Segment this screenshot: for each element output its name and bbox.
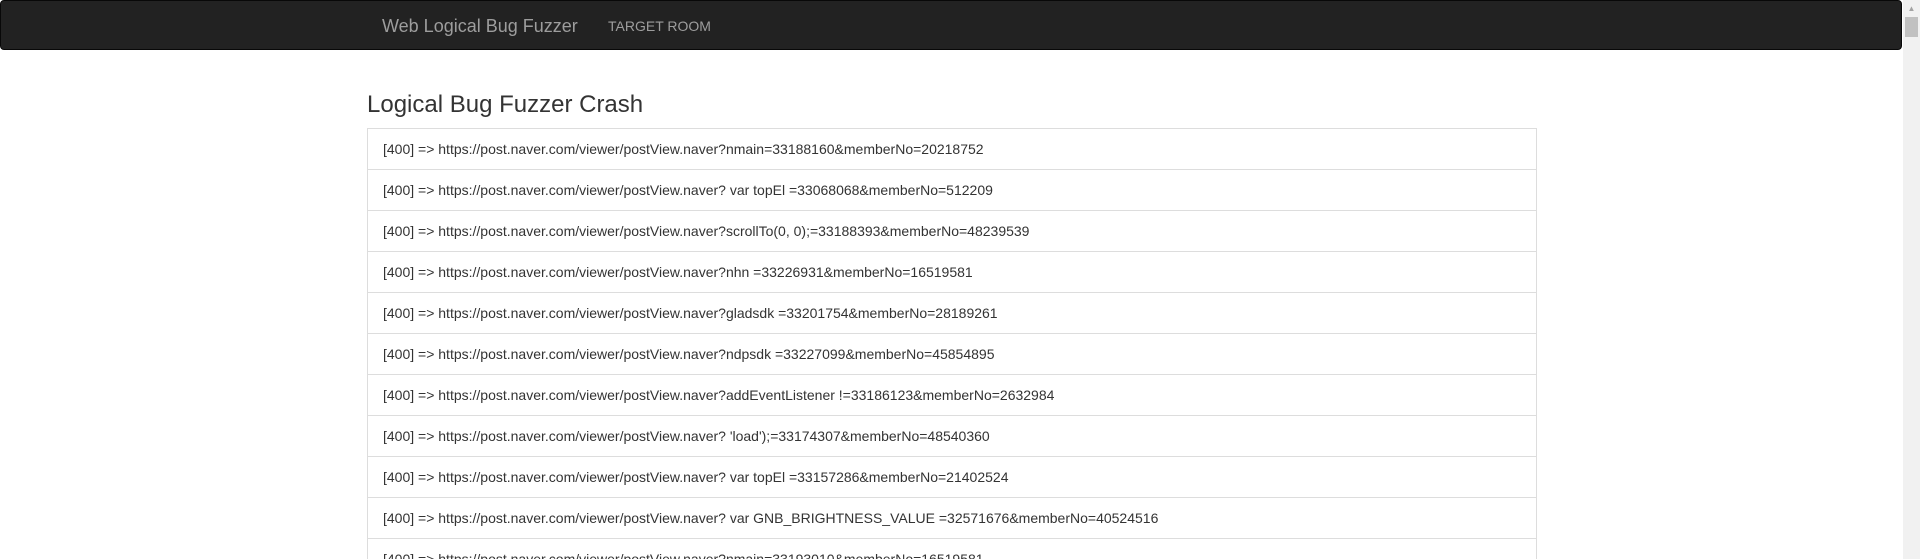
list-item[interactable]: [400] => https://post.naver.com/viewer/p… xyxy=(368,539,1536,559)
list-item[interactable]: [400] => https://post.naver.com/viewer/p… xyxy=(368,498,1536,539)
navbar: Web Logical Bug Fuzzer TARGET ROOM xyxy=(0,0,1902,50)
page-title: Logical Bug Fuzzer Crash xyxy=(367,91,644,118)
crash-list: [400] => https://post.naver.com/viewer/p… xyxy=(367,128,1537,559)
nav-link-target-room[interactable]: TARGET ROOM xyxy=(608,1,711,51)
scrollbar-thumb[interactable] xyxy=(1905,17,1918,37)
scroll-up-arrow-icon[interactable]: ▲ xyxy=(1903,0,1920,17)
page: Web Logical Bug Fuzzer TARGET ROOM Logic… xyxy=(0,0,1920,559)
list-item[interactable]: [400] => https://post.naver.com/viewer/p… xyxy=(368,375,1536,416)
vertical-scrollbar[interactable]: ▲ xyxy=(1903,0,1920,559)
list-item[interactable]: [400] => https://post.naver.com/viewer/p… xyxy=(368,457,1536,498)
navbar-brand[interactable]: Web Logical Bug Fuzzer xyxy=(382,1,578,51)
list-item[interactable]: [400] => https://post.naver.com/viewer/p… xyxy=(368,334,1536,375)
list-item[interactable]: [400] => https://post.naver.com/viewer/p… xyxy=(368,129,1536,170)
main-content: Logical Bug Fuzzer Crash [400] => https:… xyxy=(367,85,1537,559)
list-item[interactable]: [400] => https://post.naver.com/viewer/p… xyxy=(368,416,1536,457)
list-item[interactable]: [400] => https://post.naver.com/viewer/p… xyxy=(368,170,1536,211)
list-item[interactable]: [400] => https://post.naver.com/viewer/p… xyxy=(368,293,1536,334)
list-item[interactable]: [400] => https://post.naver.com/viewer/p… xyxy=(368,211,1536,252)
list-item[interactable]: [400] => https://post.naver.com/viewer/p… xyxy=(368,252,1536,293)
